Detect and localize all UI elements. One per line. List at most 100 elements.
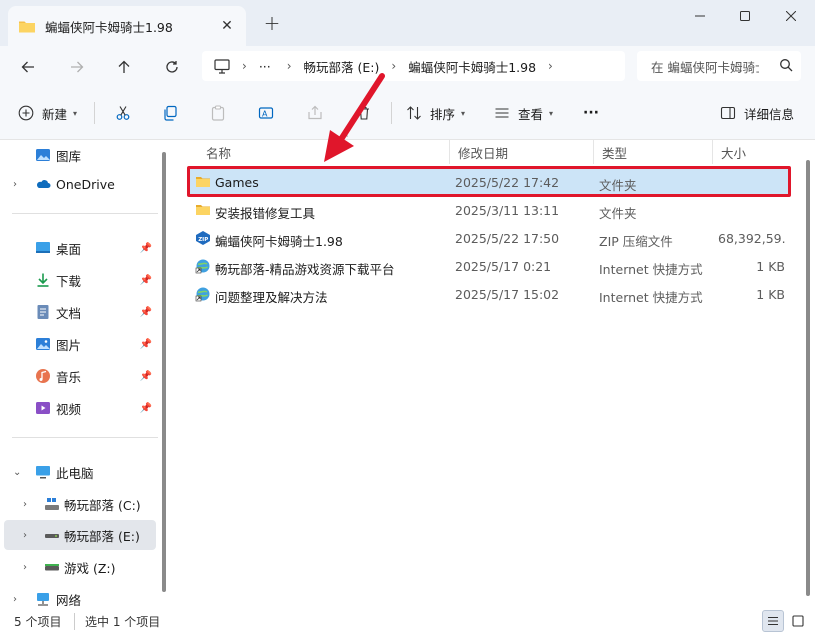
sidebar-item-drive-e[interactable]: › 畅玩部落 (E:)	[4, 520, 156, 550]
sidebar-item-onedrive[interactable]: › OneDrive	[4, 169, 156, 199]
sidebar-item-gallery[interactable]: 图库	[4, 140, 156, 170]
svg-text:ZIP: ZIP	[198, 237, 208, 243]
paste-button[interactable]	[210, 103, 226, 123]
column-header-name[interactable]: ⌃ 名称	[198, 134, 450, 164]
chevron-down-icon[interactable]: ⌄	[13, 467, 21, 478]
chevron-right-icon[interactable]: ›	[23, 562, 27, 573]
chevron-right-icon[interactable]: ›	[23, 530, 27, 541]
arrow-right-icon	[71, 61, 84, 73]
forward-button[interactable]	[64, 54, 90, 80]
column-header-date[interactable]: 修改日期	[450, 140, 594, 164]
minimize-icon	[695, 15, 705, 17]
sidebar-item-desktop[interactable]: 桌面 📌	[4, 233, 156, 263]
sidebar-item-label: 图库	[56, 148, 82, 164]
sidebar-item-label: 游戏 (Z:)	[64, 560, 116, 576]
maximize-button[interactable]	[722, 0, 768, 32]
tiles-view-button[interactable]	[787, 610, 809, 632]
file-row[interactable]: ZIP 蝙蝠侠阿卡姆骑士1.98 2025/5/22 17:50 ZIP 压缩文…	[188, 224, 790, 252]
rename-button[interactable]: A	[258, 103, 274, 123]
chevron-right-icon[interactable]: ›	[13, 594, 17, 605]
close-tab-icon[interactable]: ✕	[218, 17, 236, 35]
internet-shortcut-icon	[195, 287, 210, 302]
pin-icon: 📌	[139, 274, 152, 286]
sidebar-item-videos[interactable]: 视频 📌	[4, 393, 156, 423]
cut-button[interactable]	[115, 103, 131, 123]
sidebar-item-drive-z[interactable]: › 游戏 (Z:)	[4, 552, 156, 582]
sidebar-item-label: 图片	[56, 337, 82, 353]
file-name: 蝙蝠侠阿卡姆骑士1.98	[215, 234, 343, 249]
file-list-scrollbar[interactable]	[806, 160, 810, 596]
file-list: ⌃ 名称 修改日期 类型 大小 Games 2025/5/22 17:42 文件…	[176, 134, 815, 606]
onedrive-icon	[36, 180, 51, 188]
search-input[interactable]: 在 蝙蝠侠阿卡姆骑士1.98 中搜索	[637, 51, 801, 81]
computer-icon	[214, 58, 230, 74]
new-tab-button[interactable]: +	[262, 13, 282, 33]
status-bar: 5 个项目 选中 1 个项目	[0, 606, 815, 634]
close-window-button[interactable]	[768, 0, 814, 32]
back-button[interactable]	[15, 54, 41, 80]
view-label: 查看	[518, 106, 544, 122]
breadcrumb-overflow[interactable]: ···	[259, 59, 271, 74]
file-row[interactable]: Games 2025/5/22 17:42 文件夹	[188, 168, 790, 196]
sidebar-item-label: 文档	[56, 305, 82, 321]
column-header-label: 名称	[206, 145, 232, 161]
music-icon	[36, 369, 50, 383]
sidebar-divider	[12, 213, 158, 214]
network-icon	[37, 593, 49, 606]
sidebar-item-this-pc[interactable]: ⌄ 此电脑	[4, 457, 156, 487]
file-type: 文件夹	[599, 206, 637, 221]
tab-title: 蝙蝠侠阿卡姆骑士1.98	[45, 19, 173, 35]
sidebar-item-music[interactable]: 音乐 📌	[4, 361, 156, 391]
address-box[interactable]: › ··· › 畅玩部落 (E:) › 蝙蝠侠阿卡姆骑士1.98 ›	[202, 51, 625, 81]
file-row[interactable]: 畅玩部落-精品游戏资源下载平台 2025/5/17 0:21 Internet …	[188, 252, 790, 280]
sort-icon	[407, 106, 421, 120]
zip-icon: ZIP	[196, 231, 210, 245]
delete-button[interactable]	[356, 103, 372, 123]
sidebar-item-drive-c[interactable]: › 畅玩部落 (C:)	[4, 489, 156, 519]
internet-shortcut-icon	[195, 259, 210, 274]
refresh-icon	[166, 61, 178, 73]
breadcrumb-folder[interactable]: 蝙蝠侠阿卡姆骑士1.98	[408, 57, 536, 76]
column-header-size[interactable]: 大小	[713, 140, 793, 164]
sidebar-item-downloads[interactable]: 下载 📌	[4, 265, 156, 295]
refresh-button[interactable]	[159, 54, 185, 80]
download-icon	[37, 273, 49, 287]
sidebar-item-documents[interactable]: 文档 📌	[4, 297, 156, 327]
command-bar: 新建 ▾ A 排序 ▾ 查看 ▾ ··· 详细信息	[0, 86, 815, 140]
file-row[interactable]: 问题整理及解决方法 2025/5/17 15:02 Internet 快捷方式 …	[188, 280, 790, 308]
up-button[interactable]	[111, 54, 137, 80]
chevron-right-icon: ›	[242, 59, 247, 73]
details-pane-button[interactable]: 详细信息	[720, 103, 794, 123]
column-header-type[interactable]: 类型	[594, 140, 713, 164]
minimize-button[interactable]	[677, 0, 723, 32]
chevron-right-icon: ›	[286, 59, 292, 73]
window-tab[interactable]: 蝙蝠侠阿卡姆骑士1.98 ✕	[8, 6, 246, 46]
share-button[interactable]	[307, 103, 323, 123]
details-view-button[interactable]	[762, 610, 784, 632]
chevron-right-icon[interactable]: ›	[23, 499, 27, 510]
chevron-right-icon[interactable]: ›	[13, 179, 17, 190]
this-pc-icon	[36, 466, 50, 479]
folder-icon	[196, 205, 210, 215]
sidebar-scrollbar[interactable]	[162, 152, 166, 592]
file-name: 问题整理及解决方法	[215, 290, 328, 305]
maximize-icon	[740, 11, 750, 21]
rename-icon: A	[258, 107, 274, 119]
file-row[interactable]: 安装报错修复工具 2025/3/11 13:11 文件夹	[188, 196, 790, 224]
breadcrumb-drive[interactable]: 畅玩部落 (E:)	[304, 57, 380, 76]
new-label: 新建	[42, 106, 68, 122]
sort-button[interactable]: 排序 ▾	[406, 103, 465, 123]
sort-label: 排序	[430, 106, 456, 122]
file-size: 68,392,59...	[718, 231, 785, 246]
details-label: 详细信息	[744, 106, 795, 122]
share-icon	[308, 105, 322, 120]
sidebar-item-pictures[interactable]: 图片 📌	[4, 329, 156, 359]
more-button[interactable]: ···	[583, 103, 599, 123]
toolbar-divider	[391, 102, 392, 124]
pin-icon: 📌	[139, 338, 152, 350]
new-button[interactable]: 新建 ▾	[18, 103, 77, 123]
view-button[interactable]: 查看 ▾	[494, 103, 553, 123]
copy-button[interactable]	[162, 103, 178, 123]
title-bar: 蝙蝠侠阿卡姆骑士1.98 ✕ +	[0, 0, 815, 46]
sidebar-item-label: 此电脑	[56, 465, 94, 481]
